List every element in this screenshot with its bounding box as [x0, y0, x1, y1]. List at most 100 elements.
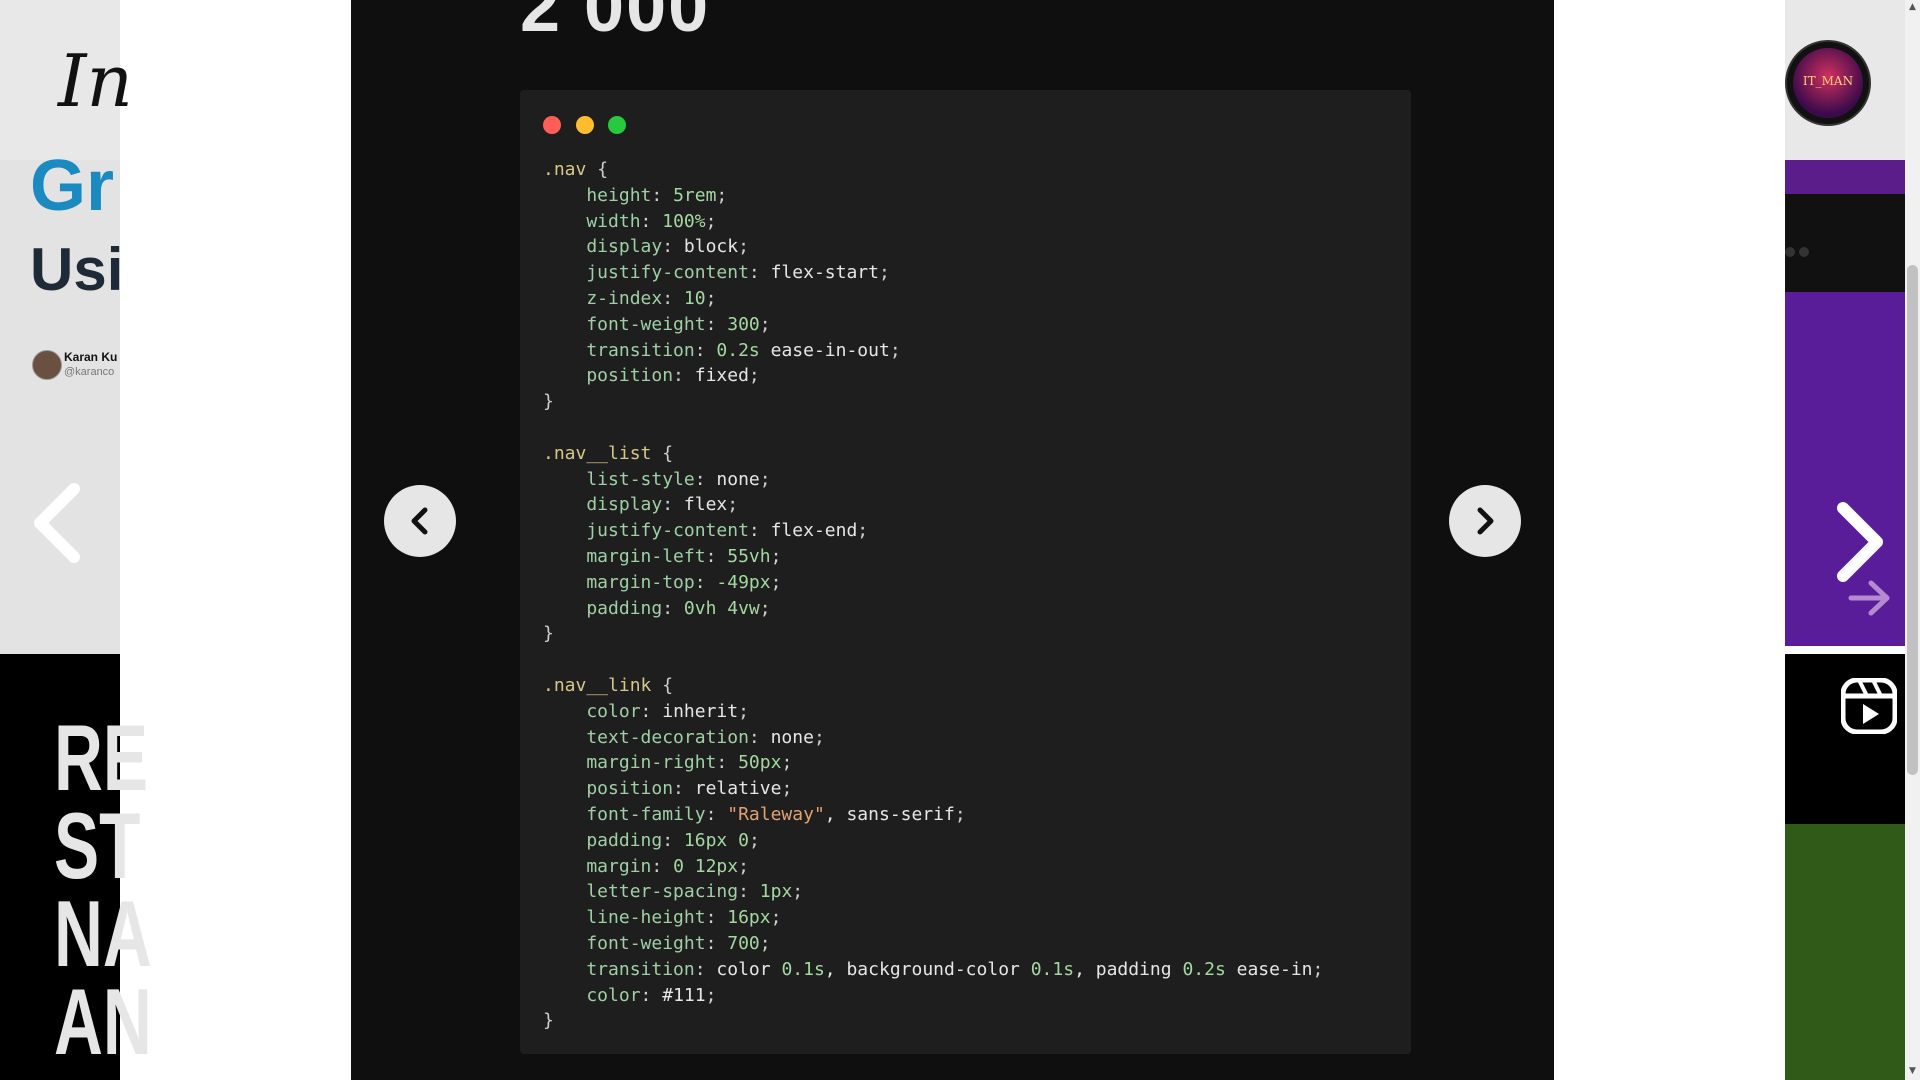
code-token: color	[543, 700, 641, 722]
code-token: ;	[705, 287, 717, 309]
author-avatar	[32, 350, 62, 380]
code-line: list-style: none;	[543, 467, 1323, 493]
code-token: ;	[716, 184, 728, 206]
code-token: ;	[705, 210, 717, 232]
left-page-preview[interactable]: In Gr Usi Karan Ku @karanco RE ST NA AN	[0, 0, 152, 1080]
code-token: :	[694, 571, 717, 593]
right-post-image-purple	[1785, 292, 1905, 646]
code-token: position	[543, 778, 674, 800]
code-block: .nav { height: 5rem; width: 100%; displa…	[543, 157, 1323, 1034]
code-token: ;	[770, 571, 782, 593]
code-token: , padding	[1074, 958, 1183, 980]
left-post-prev-arrow-icon[interactable]	[30, 480, 82, 585]
scroll-down-arrow-icon[interactable]: ▼	[1907, 1066, 1918, 1076]
window-maximize-dot	[608, 116, 626, 134]
reel-text-line: AN	[54, 969, 152, 1074]
code-token: ;	[770, 907, 782, 929]
code-token: flex-end	[770, 520, 858, 542]
code-token: ;	[781, 778, 793, 800]
window-close-dot	[543, 116, 561, 134]
previous-slide-button[interactable]	[384, 485, 456, 557]
code-token: ;	[813, 726, 825, 748]
code-line: transition: 0.2s ease-in-out;	[543, 338, 1323, 364]
profile-avatar-text: IT_MAN	[1802, 74, 1854, 88]
code-token: transition	[543, 339, 695, 361]
right-page-preview[interactable]: IT_MAN	[1785, 0, 1905, 1080]
code-token: ease-in	[1225, 958, 1313, 980]
code-token: 0vh 4vw	[683, 597, 760, 619]
code-token: padding	[543, 597, 663, 619]
code-token: margin-top	[543, 571, 695, 593]
code-token: 0.1s	[1030, 958, 1075, 980]
code-line: width: 100%;	[543, 209, 1323, 235]
code-token: flex	[683, 494, 728, 516]
code-token: :	[738, 881, 760, 903]
code-token: :	[662, 494, 684, 516]
code-token: :	[640, 984, 663, 1006]
author-name: Karan Ku	[64, 350, 118, 364]
code-token: block	[683, 236, 739, 258]
code-token: ;	[759, 932, 771, 954]
code-token: transition	[543, 958, 695, 980]
code-token: :	[705, 803, 728, 825]
code-token: font-weight	[543, 313, 706, 335]
code-token: 16px 0	[683, 829, 749, 851]
code-token: -49px	[716, 571, 771, 593]
code-token: display	[543, 494, 663, 516]
code-line: margin-right: 50px;	[543, 750, 1323, 776]
reels-icon[interactable]	[1840, 677, 1898, 738]
code-line: color: inherit;	[543, 699, 1323, 725]
code-line: justify-content: flex-start;	[543, 260, 1323, 286]
code-token: 5rem	[673, 184, 717, 206]
code-token: ;	[770, 545, 782, 567]
code-token: :	[705, 932, 728, 954]
right-post-image-green	[1785, 824, 1905, 1080]
code-token: inherit	[662, 700, 739, 722]
code-line: justify-content: flex-end;	[543, 518, 1323, 544]
code-token: none	[716, 468, 760, 490]
scroll-up-arrow-icon[interactable]: ▲	[1907, 2, 1918, 12]
chevron-right-icon	[1477, 507, 1494, 535]
code-token: margin	[543, 855, 652, 877]
code-token: ;	[781, 752, 793, 774]
code-token: ;	[705, 984, 717, 1006]
code-line: transition: color 0.1s, background-color…	[543, 957, 1323, 983]
code-line: margin: 0 12px;	[543, 854, 1323, 880]
reel-text-line: NA	[54, 881, 152, 986]
code-token: :	[705, 907, 728, 929]
code-token: ;	[738, 855, 749, 877]
scrollbar-thumb[interactable]	[1907, 265, 1918, 775]
reel-text-line: RE	[54, 705, 149, 810]
right-post-next-arrow-icon[interactable]	[1835, 502, 1887, 586]
code-token: 300	[727, 313, 760, 335]
code-line: position: relative;	[543, 776, 1323, 802]
code-line: }	[543, 621, 1323, 647]
code-token: :	[694, 339, 717, 361]
code-token: font-family	[543, 803, 706, 825]
code-line: }	[543, 389, 1323, 415]
code-line: display: flex;	[543, 492, 1323, 518]
code-token: ;	[1312, 958, 1324, 980]
code-token: ;	[759, 597, 771, 619]
reel-text-line: ST	[54, 793, 141, 898]
profile-avatar[interactable]: IT_MAN	[1785, 40, 1871, 126]
code-token: 16px	[727, 907, 771, 929]
left-post-title-line1: Gr	[30, 146, 115, 226]
code-token: ;	[954, 803, 966, 825]
code-token: {	[651, 674, 674, 696]
code-token: justify-content	[543, 520, 749, 542]
code-line: .nav__list {	[543, 441, 1323, 467]
left-page-reel: RE ST NA AN	[0, 654, 152, 1080]
code-token: :	[705, 313, 728, 335]
code-token: {	[651, 442, 674, 464]
code-token: }	[543, 391, 554, 413]
code-token: 55vh	[727, 545, 771, 567]
left-post-title-line2: Usi	[30, 236, 124, 303]
code-token: margin-left	[543, 545, 706, 567]
code-token: font-weight	[543, 932, 706, 954]
next-slide-button[interactable]	[1449, 485, 1521, 557]
code-token: ;	[878, 262, 890, 284]
code-token: :	[694, 958, 717, 980]
